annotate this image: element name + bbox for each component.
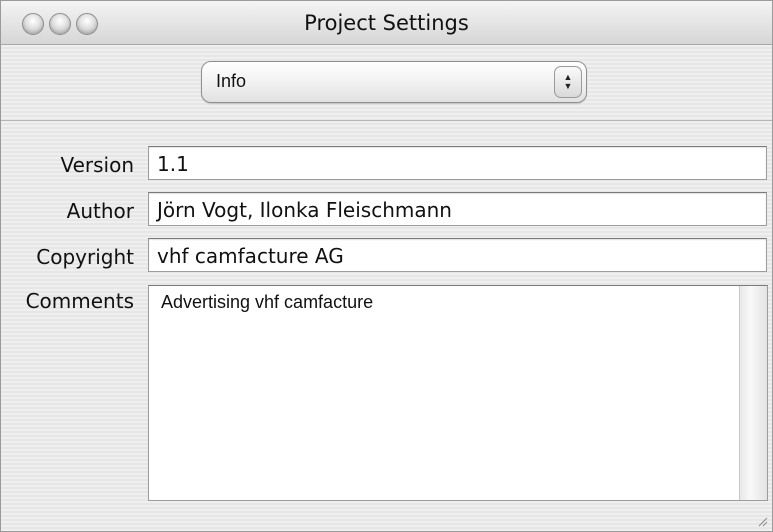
toolbar: Info ▲ ▼ [1, 45, 772, 121]
author-field[interactable]: Jörn Vogt, Ilonka Fleischmann [148, 192, 767, 226]
resize-grip-icon[interactable] [756, 515, 768, 527]
window-title: Project Settings [304, 11, 469, 35]
copyright-field[interactable]: vhf camfacture AG [148, 238, 767, 272]
title-bar[interactable]: Project Settings [1, 1, 772, 45]
settings-category-popup[interactable]: Info ▲ ▼ [201, 61, 587, 103]
comments-scrollbar[interactable] [739, 286, 767, 500]
version-label: Version [60, 153, 134, 177]
copyright-label: Copyright [36, 245, 134, 269]
author-label: Author [66, 199, 134, 223]
up-down-arrows-icon: ▲ ▼ [554, 66, 582, 98]
comments-text: Advertising vhf camfacture [161, 292, 374, 312]
project-settings-window: Project Settings Info ▲ ▼ Version 1.1 Au… [0, 0, 773, 532]
comments-textarea[interactable]: Advertising vhf camfacture [148, 285, 768, 501]
popup-selected-label: Info [216, 71, 247, 91]
comments-label: Comments [25, 289, 134, 313]
version-field[interactable]: 1.1 [148, 146, 767, 180]
arrow-down-icon: ▼ [563, 81, 573, 91]
